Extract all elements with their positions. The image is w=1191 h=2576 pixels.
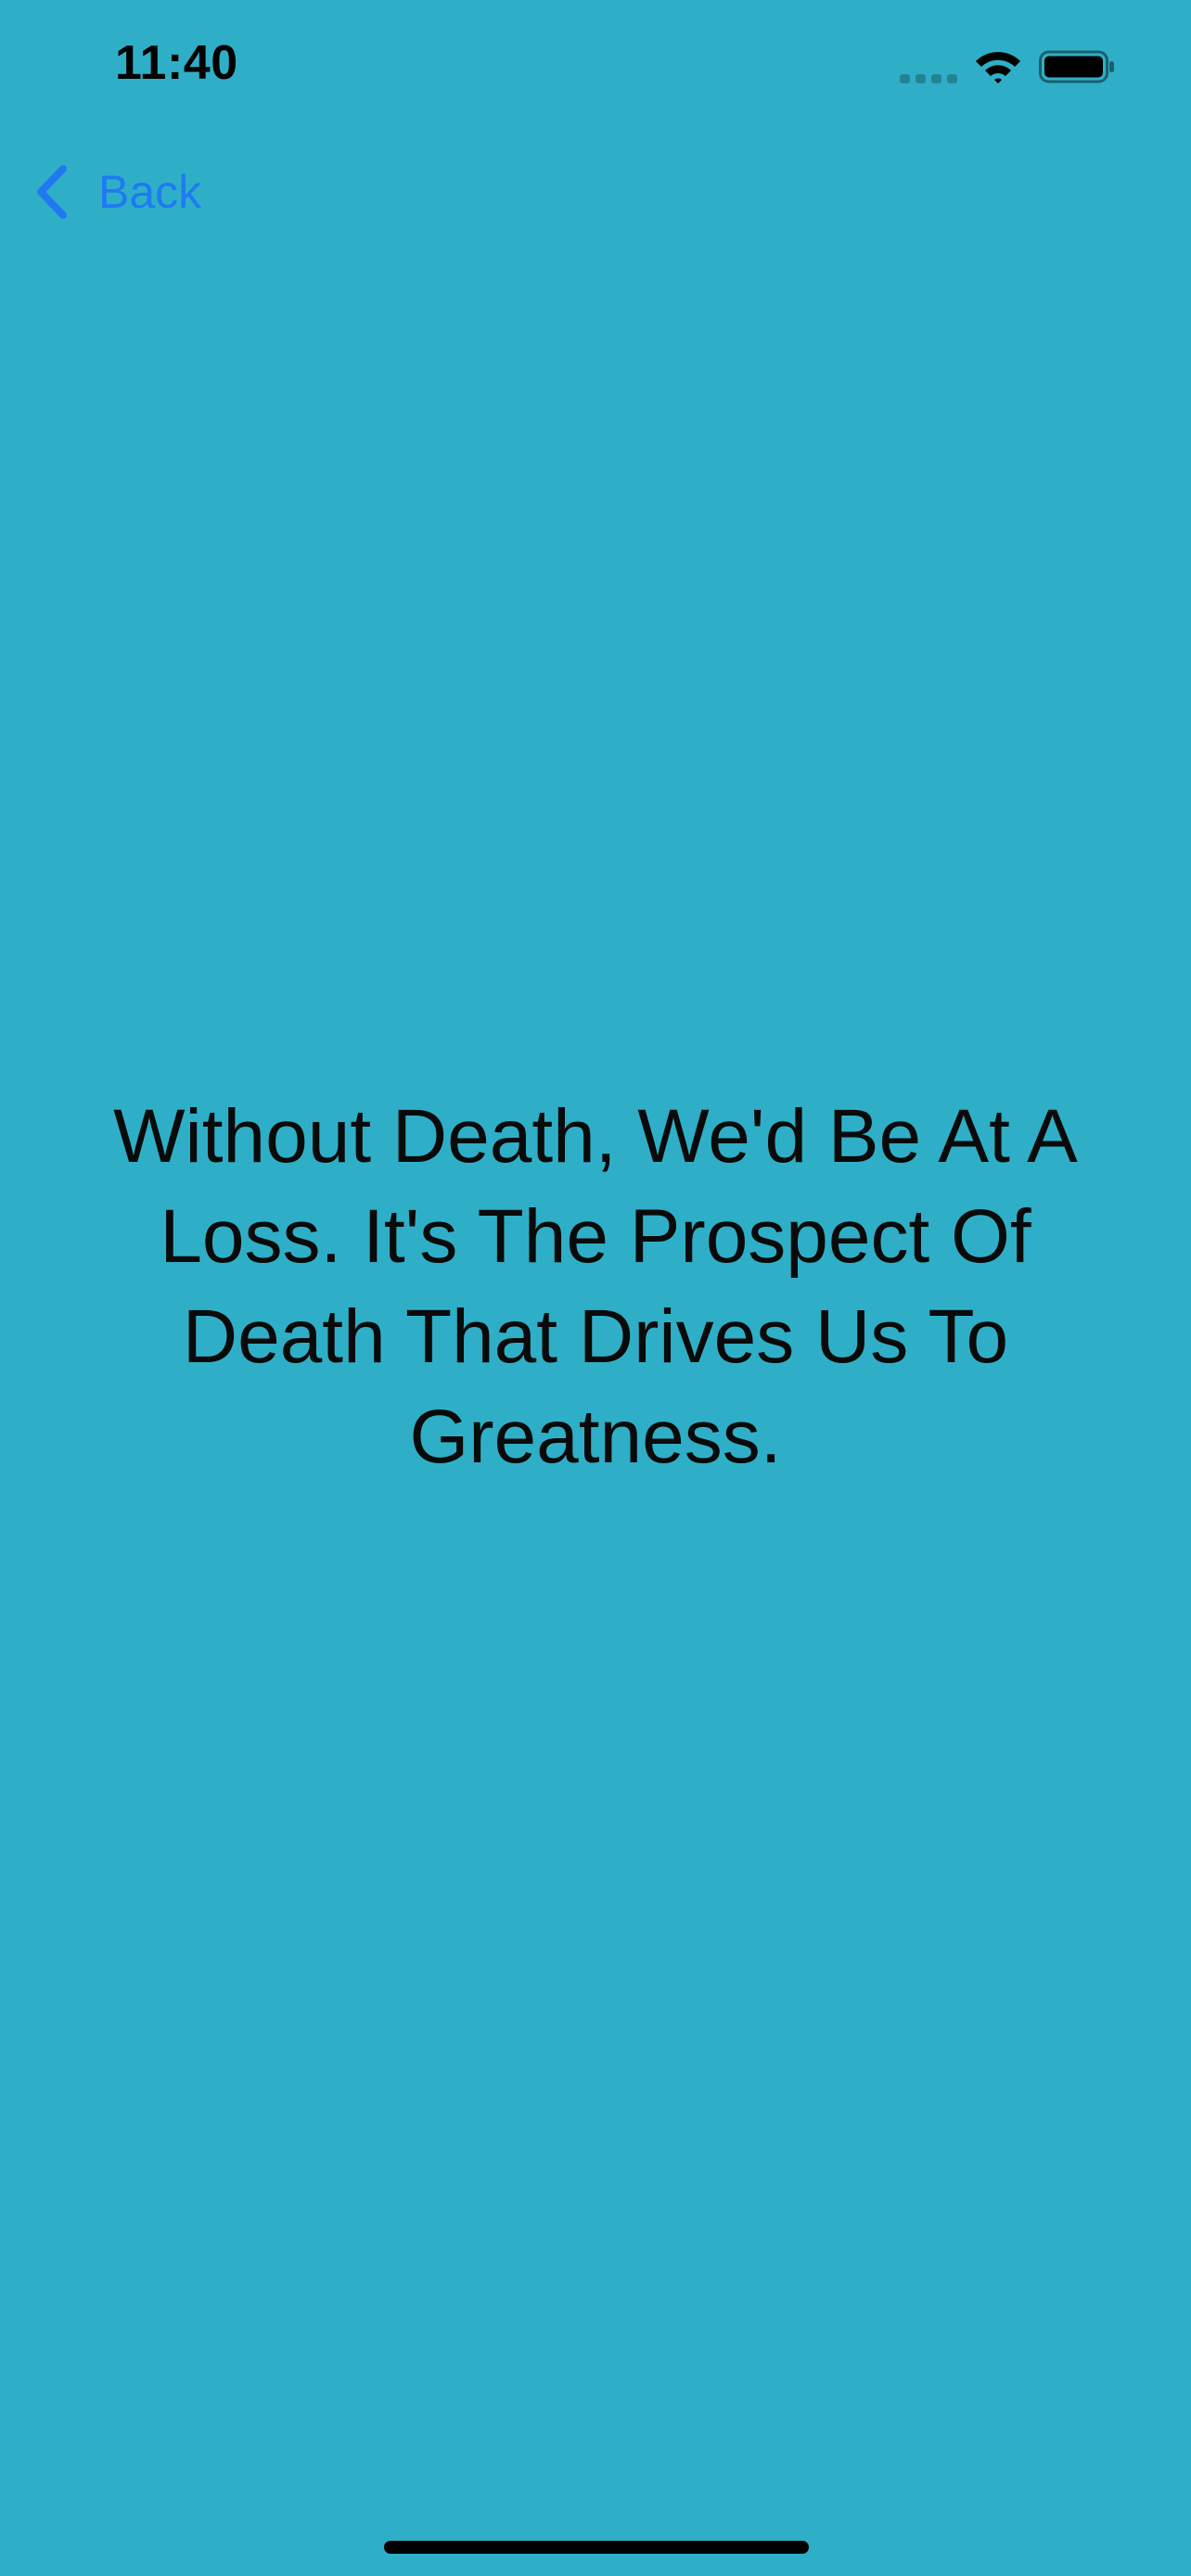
home-indicator[interactable] xyxy=(384,2541,809,2554)
quote-container: Without Death, We'd Be At A Loss. It's T… xyxy=(56,1087,1135,1487)
quote-text: Without Death, We'd Be At A Loss. It's T… xyxy=(113,1094,1078,1479)
status-time: 11:40 xyxy=(115,36,238,90)
back-button[interactable]: Back xyxy=(33,159,201,224)
battery-icon xyxy=(1039,50,1114,83)
cellular-signal-icon xyxy=(900,74,959,85)
chevron-left-icon xyxy=(37,165,67,219)
back-label: Back xyxy=(98,166,202,218)
status-bar: 11:40 xyxy=(0,0,1191,130)
screen: 11:40 Back Without Death, We'd Be At A L… xyxy=(0,0,1191,2576)
wifi-icon xyxy=(976,52,1020,83)
